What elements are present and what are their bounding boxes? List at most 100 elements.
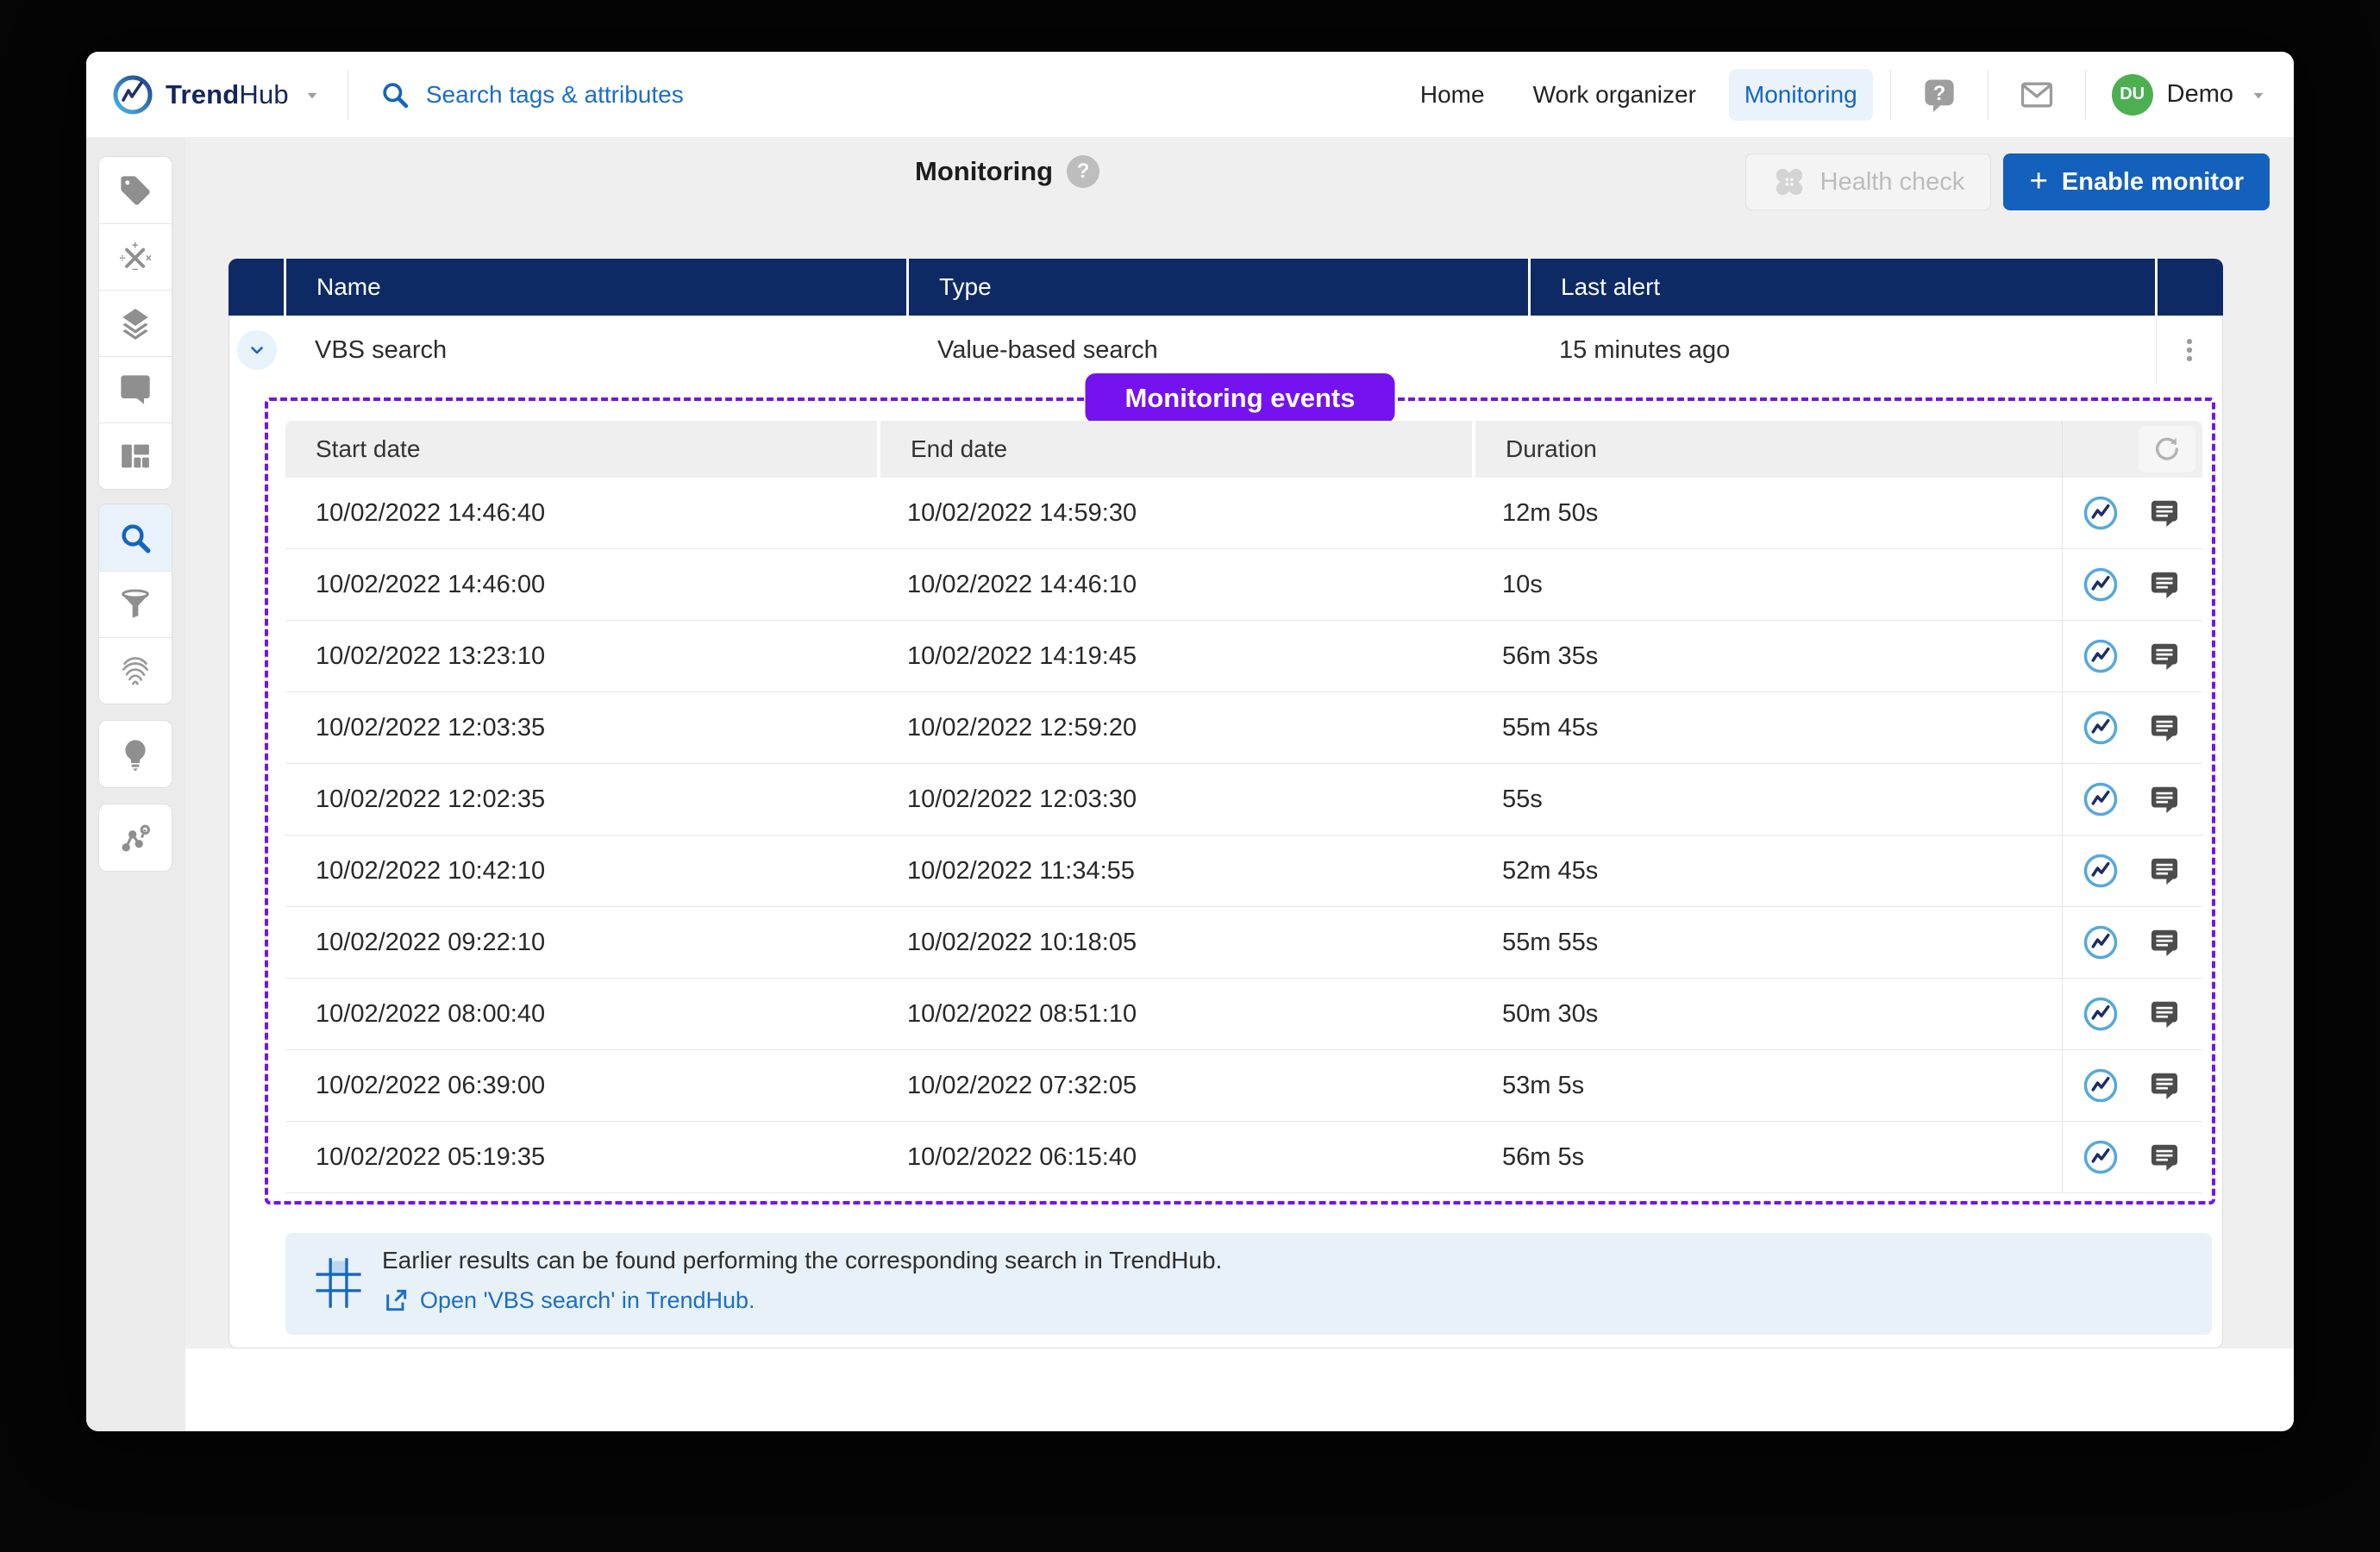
event-start-date: 10/02/2022 12:03:35 (285, 714, 877, 742)
page-help-icon[interactable]: ? (1067, 155, 1099, 188)
sidebar-group (98, 504, 172, 704)
svg-text:+: + (132, 240, 138, 252)
monitor-last-alert: 15 minutes ago (1529, 336, 2156, 365)
view-trend-button[interactable] (2082, 637, 2120, 675)
note-text: Earlier results can be found performing … (382, 1247, 1222, 1274)
sidebar-item-layers[interactable] (99, 290, 172, 356)
event-row: 10/02/2022 13:23:10 10/02/2022 14:19:45 … (285, 621, 2202, 692)
page-title: Monitoring ? (915, 155, 1099, 188)
comment-button[interactable] (2145, 923, 2183, 961)
comment-button[interactable] (2145, 566, 2183, 604)
view-trend-button[interactable] (2082, 995, 2120, 1033)
global-search[interactable]: Search tags & attributes (379, 79, 684, 110)
sidebar-group (98, 720, 172, 788)
external-link-icon (382, 1286, 410, 1314)
plus-icon: + (2029, 165, 2048, 197)
event-end-date: 10/02/2022 12:59:20 (877, 714, 1472, 742)
events-table-body: 10/02/2022 14:46:40 10/02/2022 14:59:30 … (285, 478, 2202, 1193)
comment-icon (2148, 1141, 2181, 1173)
chevron-down-icon (247, 340, 267, 360)
trend-circle-icon (2082, 1067, 2119, 1104)
view-trend-button[interactable] (2082, 852, 2120, 890)
trend-circle-icon (2082, 781, 2119, 817)
refresh-button[interactable] (2139, 426, 2195, 472)
lightbulb-icon (118, 737, 153, 772)
events-table: Start date End date Duration (285, 421, 2202, 1193)
sidebar-group (98, 804, 172, 872)
header-name: Name (284, 259, 906, 316)
health-check-button[interactable]: Health check (1745, 153, 1992, 210)
event-start-date: 10/02/2022 13:23:10 (285, 642, 877, 671)
comment-button[interactable] (2145, 995, 2183, 1033)
comment-icon (2148, 711, 2181, 744)
nav-work-organizer[interactable]: Work organizer (1518, 69, 1712, 121)
event-duration: 55s (1472, 785, 2062, 814)
header-end-date: End date (877, 421, 1472, 478)
trend-circle-icon (2082, 710, 2119, 746)
collapse-row-button[interactable] (237, 330, 277, 370)
page-actions: Health check + Enable monitor (1745, 153, 2270, 210)
refresh-icon (2152, 435, 2182, 464)
trend-circle-icon (2082, 853, 2119, 889)
view-trend-button[interactable] (2082, 709, 2120, 747)
chevron-down-icon (2247, 84, 2270, 106)
header-start-date: Start date (285, 421, 877, 478)
comment-button[interactable] (2145, 780, 2183, 818)
sidebar-item-tag[interactable] (99, 157, 172, 223)
sidebar-item-comment[interactable] (99, 356, 172, 422)
sidebar-item-ml-nodes[interactable] (99, 804, 172, 871)
view-trend-button[interactable] (2082, 923, 2120, 961)
user-name: Demo (2167, 80, 2233, 109)
enable-monitor-button[interactable]: + Enable monitor (2003, 153, 2270, 210)
sidebar-item-filter[interactable] (99, 571, 172, 637)
event-start-date: 10/02/2022 14:46:40 (285, 499, 877, 528)
sidebar-item-lightbulb[interactable] (99, 721, 172, 787)
header-duration: Duration (1472, 421, 2062, 478)
header-actions-column (2155, 259, 2223, 316)
monitor-type: Value-based search (907, 336, 1529, 365)
top-bar: TrendHub Search tags & attributes Home W… (86, 52, 2294, 138)
sidebar-item-fingerprint[interactable] (99, 637, 172, 704)
view-trend-button[interactable] (2082, 494, 2120, 532)
search-icon (379, 79, 410, 110)
help-button[interactable]: ? (1908, 69, 1970, 121)
event-start-date: 10/02/2022 09:22:10 (285, 929, 877, 957)
comment-button[interactable] (2145, 709, 2183, 747)
view-trend-button[interactable] (2082, 566, 2120, 604)
svg-text:×: × (146, 252, 152, 264)
trend-circle-icon (2082, 495, 2119, 531)
sidebar-item-formula[interactable]: +−÷× (99, 223, 172, 290)
ml-nodes-icon (118, 821, 153, 855)
sidebar-item-search[interactable] (99, 504, 172, 571)
comment-button[interactable] (2145, 852, 2183, 890)
left-sidebar: +−÷× (86, 138, 185, 1431)
kebab-menu-icon (2175, 335, 2204, 365)
open-vbs-search-link[interactable]: Open 'VBS search' in TrendHub. (382, 1286, 755, 1314)
view-trend-button[interactable] (2082, 1138, 2120, 1176)
brand[interactable]: TrendHub (112, 74, 323, 116)
svg-text:÷: ÷ (120, 252, 126, 264)
screenshot-frame: TrendHub Search tags & attributes Home W… (0, 0, 2380, 1552)
sidebar-item-dashboard[interactable] (99, 422, 172, 489)
event-end-date: 10/02/2022 12:03:30 (877, 785, 1472, 814)
view-trend-button[interactable] (2082, 780, 2120, 818)
event-row: 10/02/2022 14:46:40 10/02/2022 14:59:30 … (285, 478, 2202, 549)
user-menu[interactable]: DU Demo (2112, 74, 2270, 116)
trend-circle-icon (2082, 1139, 2119, 1175)
event-row: 10/02/2022 09:22:10 10/02/2022 10:18:05 … (285, 907, 2202, 979)
comment-button[interactable] (2145, 1138, 2183, 1176)
filter-icon (118, 587, 153, 622)
nav-monitoring[interactable]: Monitoring (1729, 69, 1873, 121)
event-start-date: 10/02/2022 06:39:00 (285, 1072, 877, 1100)
nav-home[interactable]: Home (1405, 69, 1500, 121)
row-menu-button[interactable] (2156, 316, 2222, 385)
messages-button[interactable] (2006, 69, 2068, 121)
comment-button[interactable] (2145, 494, 2183, 532)
view-trend-button[interactable] (2082, 1067, 2120, 1105)
comment-button[interactable] (2145, 637, 2183, 675)
fingerprint-icon (118, 654, 153, 688)
chevron-down-icon[interactable] (301, 84, 323, 106)
comment-button[interactable] (2145, 1067, 2183, 1105)
event-end-date: 10/02/2022 14:19:45 (877, 642, 1472, 671)
event-row: 10/02/2022 05:19:35 10/02/2022 06:15:40 … (285, 1122, 2202, 1193)
